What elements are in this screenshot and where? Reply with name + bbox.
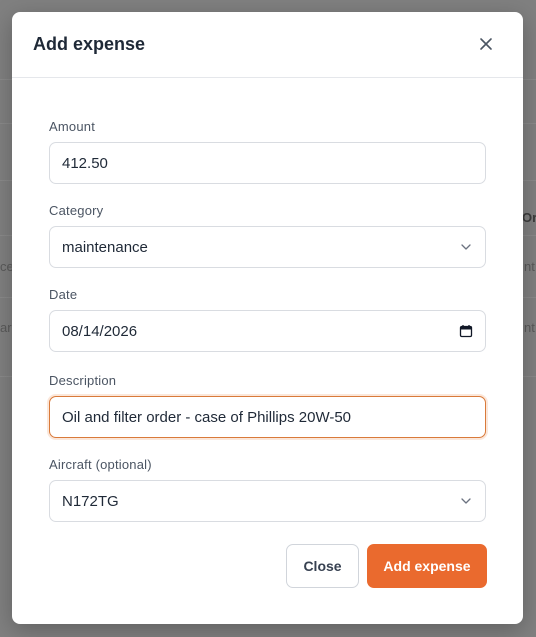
amount-input[interactable]: 412.50 (49, 142, 486, 184)
category-label: Category (49, 203, 104, 218)
bg-cell-text: nt (524, 259, 535, 274)
category-value: maintenance (62, 238, 148, 256)
bg-column-header: Ori (522, 210, 536, 225)
description-input[interactable]: Oil and filter order - case of Phillips … (49, 396, 486, 438)
bg-cell-text: nt (524, 320, 535, 335)
aircraft-label: Aircraft (optional) (49, 457, 152, 472)
chevron-down-icon (459, 240, 473, 254)
chevron-down-icon (459, 494, 473, 508)
bg-cell-text: ar (0, 320, 12, 335)
aircraft-value: N172TG (62, 492, 119, 510)
description-value: Oil and filter order - case of Phillips … (62, 408, 352, 426)
calendar-icon[interactable] (459, 324, 473, 338)
close-button[interactable]: Close (286, 544, 359, 588)
aircraft-select[interactable]: N172TG (49, 480, 486, 522)
date-input[interactable]: 08/14/2026 (49, 310, 486, 352)
date-value: 08/14/2026 (62, 322, 138, 340)
amount-value: 412.50 (62, 154, 108, 172)
add-expense-dialog: Add expense Amount 412.50 Category maint… (12, 12, 523, 624)
amount-label: Amount (49, 119, 96, 134)
add-expense-button[interactable]: Add expense (367, 544, 487, 588)
dialog-header: Add expense (12, 12, 523, 78)
description-label: Description (49, 373, 117, 388)
dialog-title: Add expense (33, 34, 146, 54)
close-icon[interactable] (476, 34, 496, 54)
category-select[interactable]: maintenance (49, 226, 486, 268)
date-label: Date (49, 287, 78, 302)
